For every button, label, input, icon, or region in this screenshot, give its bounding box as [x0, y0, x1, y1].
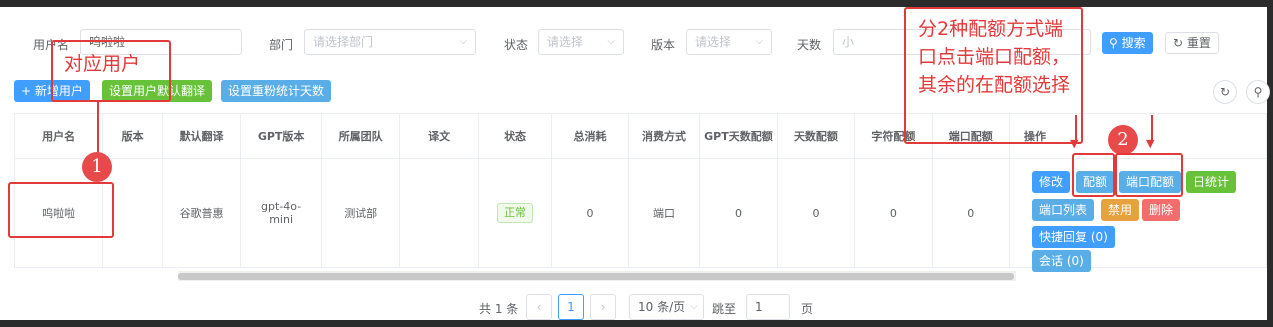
cell-default-translate: 谷歌普惠: [161, 158, 242, 268]
goto-label: 跳至: [712, 302, 737, 316]
status-select-placeholder: 请选择: [547, 35, 584, 49]
version-filter-label: 版本: [651, 38, 676, 52]
cell-pay-mode: 端口: [627, 158, 701, 268]
session-button[interactable]: 会话 (0): [1032, 250, 1091, 272]
chevron-down-icon: ⌵: [607, 36, 615, 47]
chevron-down-icon: ⌵: [690, 301, 698, 312]
dept-filter-label: 部门: [269, 38, 294, 52]
version-select[interactable]: 请选择 ⌵: [686, 29, 772, 55]
dept-select[interactable]: 请选择部门 ⌵: [304, 29, 476, 55]
annotation-username-box: [8, 182, 114, 238]
annotation-marker-1: 1: [82, 152, 112, 182]
cell-team: 测试部: [320, 158, 401, 268]
status-filter-label: 状态: [504, 38, 529, 52]
cell-char-quota: 0: [854, 158, 933, 268]
chevron-down-icon: ⌵: [459, 36, 467, 47]
disable-button[interactable]: 禁用: [1101, 199, 1140, 221]
prev-page-button[interactable]: ‹: [526, 294, 552, 320]
days-filter-label: 天数: [797, 38, 822, 52]
page-size-select[interactable]: 10 条/页 ⌵: [629, 294, 704, 320]
arrow-down-icon: ▼: [1070, 137, 1079, 150]
set-reset-days-button[interactable]: 设置重粉统计天数: [221, 80, 332, 102]
search-icon: ⚲: [1109, 36, 1118, 50]
version-select-placeholder: 请选择: [695, 35, 732, 49]
cell-port-quota: 0: [931, 158, 1010, 268]
delete-button[interactable]: 删除: [1142, 199, 1181, 221]
header-gpt-version: GPT版本: [240, 113, 322, 159]
header-pay-mode: 消费方式: [627, 113, 701, 159]
goto-page-input[interactable]: 1: [746, 294, 790, 320]
header-team: 所属团队: [320, 113, 401, 159]
port-list-button[interactable]: 端口列表: [1032, 199, 1095, 221]
header-status: 状态: [477, 113, 553, 159]
pagination-total: 共 1 条: [479, 302, 519, 316]
header-gpt-days-quota: GPT天数配额: [699, 113, 778, 159]
cell-gpt-days-quota: 0: [699, 158, 778, 268]
annotation-quota-btn-box: [1072, 153, 1115, 197]
status-badge: 正常: [497, 203, 534, 223]
cell-translation: [399, 158, 479, 268]
cell-total-cost: 0: [551, 158, 629, 268]
chevron-down-icon: ⌵: [755, 36, 763, 47]
page-frame: 用户名 呜啦啦 部门 请选择部门 ⌵ 状态 请选择 ⌵ 版本 请选择 ⌵ 天数 …: [0, 7, 1270, 320]
page-suffix-label: 页: [801, 302, 814, 316]
dept-select-placeholder: 请选择部门: [313, 35, 374, 49]
annotation-connector-line: [97, 102, 99, 152]
arrow-down-icon: ▼: [1146, 137, 1155, 150]
edit-button[interactable]: 修改: [1032, 171, 1071, 193]
cell-gpt-version: gpt-4o-mini: [240, 158, 322, 268]
search-button-label: 搜索: [1121, 36, 1146, 50]
quick-reply-button[interactable]: 快捷回复 (0): [1032, 226, 1115, 248]
next-page-button[interactable]: ›: [590, 294, 616, 320]
annotation-user-note: 对应用户: [64, 53, 141, 75]
status-select[interactable]: 请选择 ⌵: [538, 29, 624, 55]
daily-stats-button[interactable]: 日统计: [1186, 171, 1237, 193]
annotation-marker-2: 2: [1108, 125, 1138, 155]
cell-status: 正常: [477, 158, 553, 268]
cell-days-quota: 0: [776, 158, 856, 268]
header-translation: 译文: [399, 113, 479, 159]
header-version: 版本: [102, 113, 163, 159]
page-size-value: 10 条/页: [638, 300, 686, 314]
refresh-icon[interactable]: ↻: [1213, 80, 1237, 104]
refresh-icon: ↻: [1173, 36, 1184, 50]
annotation-port-quota-btn-box: [1115, 153, 1183, 197]
search-button[interactable]: ⚲ 搜索: [1102, 32, 1153, 54]
header-username: 用户名: [13, 113, 104, 159]
days-input-placeholder: 小: [842, 35, 855, 49]
goto-page-value: 1: [755, 300, 763, 314]
header-days-quota: 天数配额: [776, 113, 856, 159]
current-page-button[interactable]: 1: [558, 294, 584, 320]
horizontal-scrollbar-thumb[interactable]: [178, 273, 1014, 280]
search-icon[interactable]: ⚲: [1246, 80, 1270, 104]
header-default-translate: 默认翻译: [161, 113, 242, 159]
annotation-quota-note: 分2种配额方式端口点击端口配额，其余的在配额选择: [918, 18, 1071, 96]
reset-button-label: 重置: [1186, 36, 1211, 50]
reset-button[interactable]: ↻ 重置: [1165, 32, 1219, 54]
header-total-cost: 总消耗: [551, 113, 629, 159]
